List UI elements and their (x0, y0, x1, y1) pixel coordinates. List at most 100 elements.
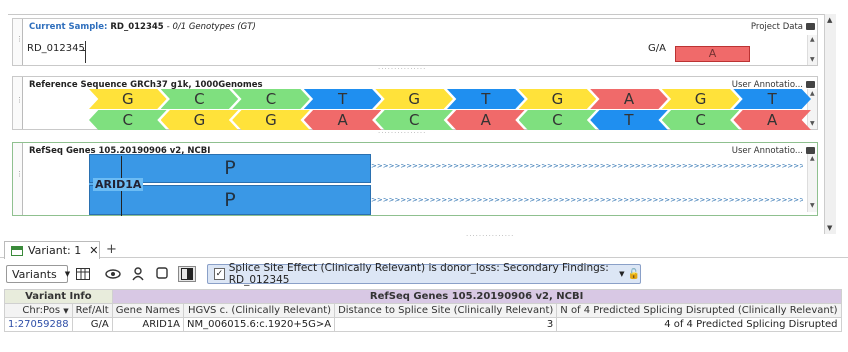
base-top_strand-4: G (375, 89, 453, 109)
close-tab-icon[interactable]: ✕ (89, 244, 98, 257)
base-top_strand-5: T (447, 89, 525, 109)
base-top_strand-1: C (160, 89, 239, 109)
column-header-refalt[interactable]: Ref/Alt (71, 303, 113, 318)
forward-strand: GCCTGTGAGT (89, 89, 811, 109)
sample-row-label: RD_012345 (27, 43, 85, 54)
panel-drag-handle[interactable]: ⋮ (13, 143, 23, 215)
eye-icon[interactable] (104, 266, 122, 282)
base-top_strand-7: A (590, 89, 668, 109)
base-bottom_strand-8: C (661, 110, 740, 130)
panel-scroll-down-icon[interactable]: ▼ (810, 56, 815, 63)
panel-scroll-up-icon[interactable]: ▲ (810, 155, 815, 162)
base-bottom_strand-4: C (375, 110, 453, 130)
base-top_strand-9: T (733, 89, 811, 109)
view-select-dropdown[interactable]: Variants ▼ (6, 265, 71, 283)
table-icon (11, 245, 23, 256)
resize-grip[interactable]: ··············· (378, 129, 426, 137)
cell-gene: ARID1A (111, 317, 185, 332)
folder-icon (806, 81, 815, 88)
base-top_strand-3: T (303, 89, 382, 109)
panel-drag-handle[interactable]: ⋮ (13, 77, 23, 129)
sample-panel-title: Current Sample: RD_012345 - 0/1 Genotype… (29, 22, 256, 32)
tab-bar: Variant: 1 ✕ + (0, 240, 848, 259)
cell-n-disrupted: 4 of 4 Predicted Splicing Disrupted (556, 317, 842, 332)
genotypes-text: - 0/1 Genotypes (GT) (166, 22, 256, 32)
column-header-chrpos[interactable]: Chr:Pos ▼ (4, 303, 73, 318)
person-icon[interactable] (130, 266, 148, 282)
base-bottom_strand-2: G (232, 110, 310, 130)
variant-toolbar: Variants ▼ ✓ Splice Site Effect (Clinica… (0, 262, 848, 286)
tab-variant[interactable]: Variant: 1 ✕ (4, 241, 100, 259)
gene-name-label[interactable]: ARID1A (93, 178, 144, 191)
view-select-value: Variants (12, 267, 57, 281)
tab-variant-label: Variant: 1 (28, 244, 82, 257)
scroll-up-arrow-icon[interactable]: ▲ (827, 16, 832, 24)
cell-chrpos[interactable]: 1:27059288 (4, 317, 73, 332)
panel-drag-handle[interactable]: ⋮ (13, 19, 23, 65)
panel-scroll-up-icon[interactable]: ▲ (810, 36, 815, 43)
user-annotations-label: User Annotatio... (731, 146, 803, 156)
table-row[interactable]: 1:27059288 G/A ARID1A NM_006015.6:c.1920… (4, 317, 842, 332)
resize-grip[interactable]: ··············· (378, 65, 426, 73)
base-top_strand-0: G (89, 89, 167, 109)
folder-icon (806, 23, 815, 30)
user-annotations-menu[interactable]: User Annotatio... (732, 146, 815, 156)
filter-text: Splice Site Effect (Clinically Relevant)… (228, 262, 609, 286)
project-data-label: Project Data (750, 22, 803, 32)
panel-scroll-up-icon[interactable]: ▲ (810, 90, 815, 97)
base-bottom_strand-3: A (303, 110, 382, 130)
add-tab-icon[interactable]: + (106, 242, 117, 257)
cell-distance: 3 (334, 317, 558, 332)
base-top_strand-8: G (661, 89, 740, 109)
filter-enabled-checkbox[interactable]: ✓ (214, 268, 225, 280)
active-filter-chip[interactable]: ✓ Splice Site Effect (Clinically Relevan… (207, 262, 641, 286)
sample-panel: ⋮ Current Sample: RD_012345 - 0/1 Genoty… (12, 18, 818, 66)
lock-icon[interactable]: 🔓 (628, 269, 640, 280)
base-bottom_strand-9: A (733, 110, 811, 130)
sample-name: RD_012345 (110, 22, 164, 32)
cell-hgvs: NM_006015.6:c.1920+5G>A (183, 317, 336, 332)
reference-sequence-panel: ⋮ Reference Sequence GRCh37 g1k, 1000Gen… (12, 76, 818, 130)
filter-dropdown-icon[interactable]: ▼ (619, 270, 624, 278)
reverse-strand: CGGACACTCA (89, 110, 811, 130)
refseq-genes-panel: ⋮ RefSeq Genes 105.20190906 v2, NCBI Use… (12, 142, 818, 216)
current-sample-label: Current Sample: (29, 22, 108, 32)
panel-scroll-down-icon[interactable]: ▼ (810, 202, 815, 209)
allele-label: G/A (648, 43, 666, 54)
panel-toggle-icon[interactable] (178, 266, 196, 282)
base-top_strand-6: G (518, 89, 597, 109)
columns-icon[interactable] (74, 266, 92, 282)
reference-panel-scrollbar[interactable]: ▲ ▼ (807, 89, 817, 129)
base-bottom_strand-0: C (89, 110, 167, 130)
resize-grip[interactable]: ··············· (466, 232, 514, 240)
refseq-panel-scrollbar[interactable]: ▲ ▼ (807, 154, 817, 212)
sample-axis-line (85, 41, 86, 63)
column-header-gene[interactable]: Gene Names (111, 303, 185, 318)
tracks-vertical-scrollbar[interactable]: ▲ ▼ (824, 14, 836, 234)
base-bottom_strand-6: C (518, 110, 597, 130)
base-bottom_strand-7: T (590, 110, 668, 130)
variant-allele-box[interactable]: A (675, 46, 750, 62)
column-header-hgvs[interactable]: HGVS c. (Clinically Relevant) (183, 303, 336, 318)
group-header-refseq: RefSeq Genes 105.20190906 v2, NCBI (111, 289, 842, 304)
intron-chevrons-2: >>>>>>>>>>>>>>>>>>>>>>>>>>>>>>>>>>>>>>>>… (371, 196, 803, 204)
intron-chevrons-1: >>>>>>>>>>>>>>>>>>>>>>>>>>>>>>>>>>>>>>>>… (371, 162, 803, 170)
variant-table: Variant Info RefSeq Genes 105.20190906 v… (4, 289, 842, 332)
sort-desc-icon: ▼ (63, 307, 69, 315)
column-header-label: Chr:Pos (22, 305, 61, 316)
project-data-menu[interactable]: Project Data (751, 22, 815, 32)
select-box-icon[interactable] (154, 266, 172, 282)
cell-refalt: G/A (71, 317, 113, 332)
scroll-down-arrow-icon[interactable]: ▼ (827, 224, 832, 232)
base-top_strand-2: C (232, 89, 310, 109)
group-header-variant-info: Variant Info (4, 289, 113, 304)
column-header-n-disrupted[interactable]: N of 4 Predicted Splicing Disrupted (Cli… (556, 303, 842, 318)
base-bottom_strand-5: A (447, 110, 525, 130)
panel-scroll-down-icon[interactable]: ▼ (810, 120, 815, 127)
folder-icon (806, 147, 815, 154)
sample-panel-scrollbar[interactable]: ▲ ▼ (807, 35, 817, 65)
chevron-down-icon: ▼ (64, 270, 71, 278)
base-bottom_strand-1: G (160, 110, 239, 130)
sample-axis-tick (81, 50, 86, 51)
column-header-distance[interactable]: Distance to Splice Site (Clinically Rele… (334, 303, 558, 318)
